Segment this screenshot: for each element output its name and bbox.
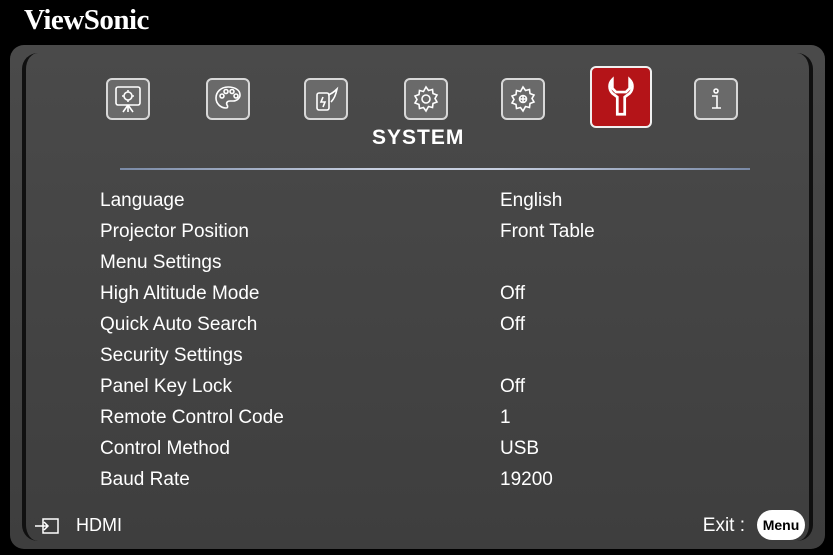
info-icon (712, 88, 721, 109)
input-source-label: HDMI (76, 515, 122, 535)
menu-item-value: 19200 (500, 469, 553, 490)
advanced-gear-icon (510, 85, 536, 113)
menu-item-label: Quick Auto Search (100, 314, 258, 335)
menu-item-high-altitude-mode[interactable]: High Altitude Mode Off (100, 281, 700, 312)
title-divider (120, 168, 750, 170)
wrench-icon (608, 76, 634, 116)
menu-item-quick-auto-search[interactable]: Quick Auto Search Off (100, 312, 700, 343)
menu-item-security-settings[interactable]: Security Settings (100, 343, 700, 374)
menu-item-value: Off (500, 283, 525, 304)
menu-item-remote-control-code[interactable]: Remote Control Code 1 (100, 405, 700, 436)
menu-item-projector-position[interactable]: Projector Position Front Table (100, 219, 700, 250)
osd-menu-panel: SYSTEM Language English Projector Positi… (10, 45, 825, 549)
input-source-icon (35, 518, 59, 534)
menu-item-label: Control Method (100, 438, 230, 459)
section-title: SYSTEM (372, 126, 465, 149)
tab-system[interactable] (590, 66, 652, 128)
menu-button[interactable]: Menu (757, 510, 805, 540)
tab-information[interactable] (694, 78, 738, 120)
exit-label: Exit : (702, 515, 745, 536)
menu-item-panel-key-lock[interactable]: Panel Key Lock Off (100, 374, 700, 405)
tab-image[interactable] (206, 78, 250, 120)
menu-item-control-method[interactable]: Control Method USB (100, 436, 700, 467)
menu-item-label: High Altitude Mode (100, 283, 260, 304)
brand-logo: ViewSonic (24, 4, 149, 36)
menu-item-value: Off (500, 314, 525, 335)
menu-item-menu-settings[interactable]: Menu Settings (100, 250, 700, 281)
menu-item-label: Language (100, 190, 185, 211)
settings-menu-list: Language English Projector Position Fron… (100, 188, 700, 498)
tab-basic[interactable] (404, 78, 448, 120)
menu-item-label: Baud Rate (100, 469, 190, 490)
menu-item-value: English (500, 190, 563, 211)
menu-item-label: Remote Control Code (100, 407, 284, 428)
menu-item-label: Menu Settings (100, 252, 222, 273)
menu-item-value: Front Table (500, 221, 595, 242)
menu-item-baud-rate[interactable]: Baud Rate 19200 (100, 467, 700, 498)
display-icon (115, 86, 141, 113)
tab-advanced[interactable] (501, 78, 545, 120)
menu-tab-bar (106, 62, 756, 128)
menu-item-language[interactable]: Language English (100, 188, 700, 219)
menu-item-value: 1 (500, 407, 511, 428)
tab-power[interactable] (304, 78, 348, 120)
power-icon (316, 86, 339, 111)
tab-display[interactable] (106, 78, 150, 120)
osd-footer: HDMI Exit : Menu (10, 507, 825, 543)
palette-icon (215, 86, 241, 109)
menu-item-value: USB (500, 438, 540, 459)
menu-item-label: Security Settings (100, 345, 243, 366)
menu-item-label: Panel Key Lock (100, 376, 233, 397)
gear-icon (413, 85, 439, 113)
menu-item-label: Projector Position (100, 221, 249, 242)
menu-item-value: Off (500, 376, 525, 397)
